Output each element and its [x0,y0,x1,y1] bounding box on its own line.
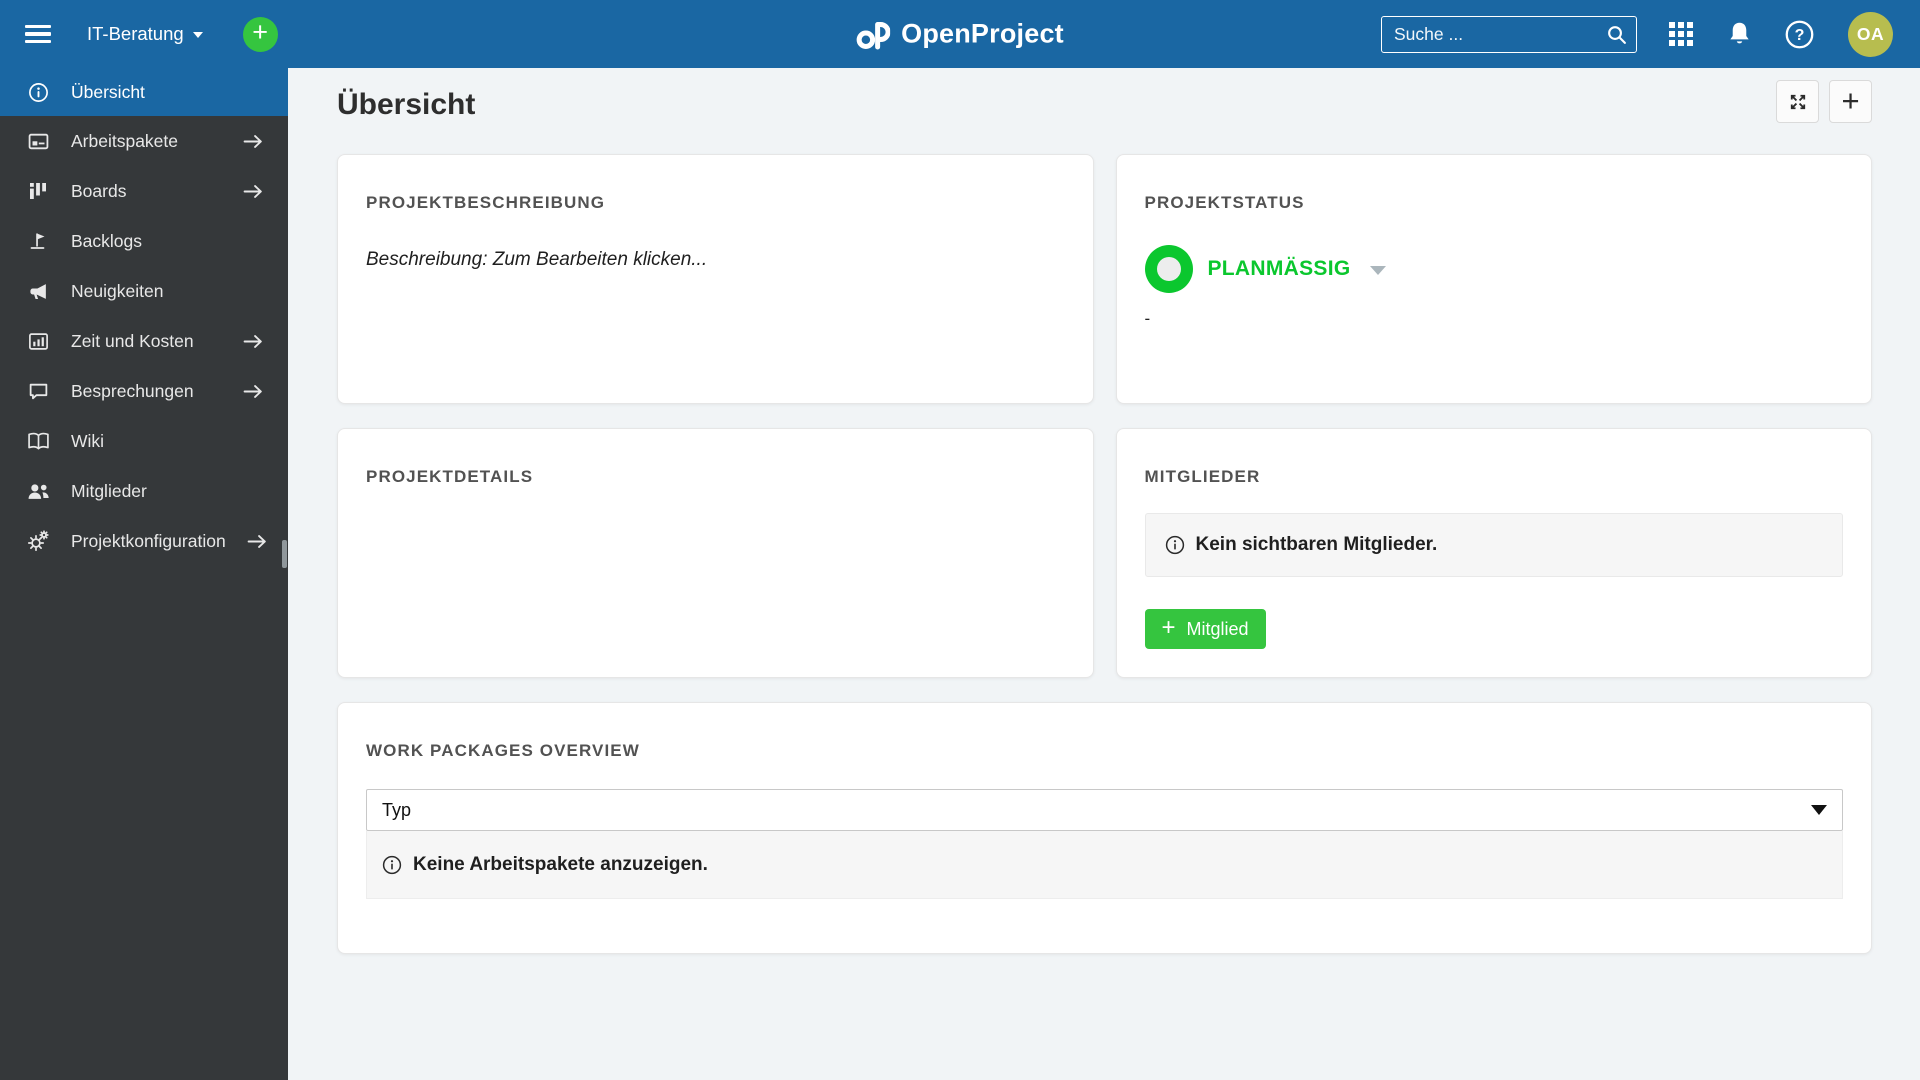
status-donut-icon [1144,245,1193,293]
submenu-arrow-icon[interactable] [243,384,264,399]
help-icon: ? [1785,20,1814,48]
page-header: Übersicht + [337,68,1872,154]
group-by-select[interactable]: Typ [366,789,1843,831]
topbar-actions: ? OA [1381,11,1893,57]
submenu-arrow-icon[interactable] [247,534,268,549]
hamburger-menu-icon[interactable] [25,24,51,44]
chevron-down-icon [192,32,203,38]
status-description[interactable]: - [1145,309,1844,329]
megaphone-icon [26,281,50,302]
sidebar-item-label: Arbeitspakete [71,130,179,151]
sidebar-item-projektkonfiguration[interactable]: Projektkonfiguration [0,516,288,566]
avatar-initials: OA [1856,23,1885,44]
sidebar-item-arbeitspakete[interactable]: Arbeitspakete [0,116,288,166]
status-label: PLANMÄSSIG [1207,257,1351,280]
add-widget-button[interactable]: + [1829,80,1872,123]
bell-icon [1730,22,1749,44]
widget-title: MITGLIEDER [1144,467,1261,486]
widget-project-description: PROJEKTBESCHREIBUNG Beschreibung: Zum Be… [337,154,1094,404]
submenu-arrow-icon[interactable] [243,334,264,349]
widget-title: PROJEKTSTATUS [1144,193,1305,212]
members-empty-notice: Kein sichtbaren Mitglieder. [1144,513,1843,577]
group-by-value: Typ [382,799,412,820]
boards-icon [26,181,50,201]
sidebar-item-label: Zeit und Kosten [71,330,194,351]
widget-title: WORK PACKAGES OVERVIEW [366,741,640,760]
sidebar-item-uebersicht[interactable]: Übersicht [0,68,288,116]
logo-text: OpenProject [901,18,1064,49]
plus-icon: + [1841,82,1860,118]
main-content: Übersicht + PROJEKTBESCHREIBUNG Beschrei… [288,68,1920,1080]
description-edit-placeholder[interactable]: Beschreibung: Zum Bearbeiten klicken... [366,249,1065,271]
widget-title: PROJEKTBESCHREIBUNG [366,193,606,212]
plus-icon: + [252,17,269,47]
grid-icon [1669,22,1693,46]
global-add-button[interactable]: + [242,16,278,52]
info-icon [382,855,402,875]
sidebar-item-boards[interactable]: Boards [0,166,288,216]
work-packages-icon [26,131,50,152]
project-sidebar: Übersicht Arbeitspakete Boards Backlogs … [0,68,288,1080]
chevron-down-icon [1369,266,1386,275]
user-avatar[interactable]: OA [1848,11,1893,57]
top-bar: IT-Beratung + OpenProject Suche ... ? OA [0,0,1920,68]
work-packages-empty-notice: Keine Arbeitspakete anzuzeigen. [366,831,1843,899]
sidebar-item-label: Backlogs [71,230,143,251]
gears-icon [26,530,50,552]
work-packages-empty-text: Keine Arbeitspakete anzuzeigen. [413,853,708,875]
global-search[interactable] [1381,15,1637,53]
project-selector-label: IT-Beratung [87,23,184,44]
project-status-selector[interactable]: PLANMÄSSIG [1144,245,1844,293]
widget-title: PROJEKTDETAILS [366,467,534,486]
widget-project-status: PROJEKTSTATUS PLANMÄSSIG - [1115,154,1872,404]
sidebar-item-label: Neuigkeiten [71,280,164,301]
widget-project-details: PROJEKTDETAILS [337,428,1094,678]
submenu-arrow-icon[interactable] [243,184,264,199]
fullscreen-button[interactable] [1776,80,1819,123]
notifications-button[interactable] [1727,21,1752,47]
page-toolbar: + [1776,80,1872,123]
project-selector[interactable]: IT-Beratung [87,23,203,45]
sidebar-item-label: Übersicht [71,81,145,102]
time-and-costs-icon [26,331,50,352]
plus-icon: + [1161,614,1176,641]
search-input[interactable] [1394,23,1606,45]
add-member-button[interactable]: + Mitglied [1144,609,1266,649]
add-member-label: Mitglied [1186,618,1249,639]
info-icon [1165,535,1185,555]
openproject-logo[interactable]: OpenProject [856,19,1064,50]
submenu-arrow-icon[interactable] [243,134,264,149]
svg-text:?: ? [1795,26,1805,44]
widget-work-packages-overview: WORK PACKAGES OVERVIEW Typ Keine Arbeits… [337,702,1872,954]
help-button[interactable]: ? [1785,20,1814,49]
sidebar-item-label: Besprechungen [71,380,194,401]
sidebar-item-label: Wiki [71,430,105,451]
sidebar-item-zeit-und-kosten[interactable]: Zeit und Kosten [0,316,288,366]
sidebar-item-label: Projektkonfiguration [71,530,226,551]
members-empty-text: Kein sichtbaren Mitglieder. [1195,534,1438,555]
speech-bubble-icon [26,381,50,402]
open-book-icon [26,432,50,451]
sidebar-item-besprechungen[interactable]: Besprechungen [0,366,288,416]
sidebar-item-backlogs[interactable]: Backlogs [0,216,288,266]
widget-grid: PROJEKTBESCHREIBUNG Beschreibung: Zum Be… [337,154,1872,954]
expand-icon [1790,94,1805,109]
sidebar-item-label: Mitglieder [71,480,147,501]
select-arrow-icon [1811,805,1827,815]
sidebar-item-label: Boards [71,180,127,201]
page-title: Übersicht [337,88,476,121]
modules-menu-button[interactable] [1669,22,1693,46]
members-icon [26,482,50,501]
sidebar-item-neuigkeiten[interactable]: Neuigkeiten [0,266,288,316]
widget-members: MITGLIEDER Kein sichtbaren Mitglieder. +… [1115,428,1872,678]
sidebar-resize-handle[interactable] [282,540,287,568]
sidebar-item-wiki[interactable]: Wiki [0,416,288,466]
info-icon [26,82,50,103]
search-icon[interactable] [1606,24,1627,45]
openproject-logo-icon [856,21,891,49]
backlogs-icon [26,231,50,251]
sidebar-item-mitglieder[interactable]: Mitglieder [0,466,288,516]
